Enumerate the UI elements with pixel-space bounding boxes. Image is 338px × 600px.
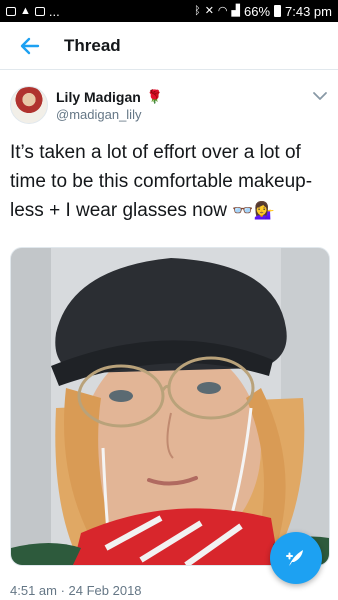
chevron-down-icon[interactable] bbox=[312, 90, 328, 102]
more-notifications-indicator: ... bbox=[48, 3, 60, 19]
gallery-icon bbox=[34, 6, 45, 16]
author-handle[interactable]: @madigan_lily bbox=[56, 107, 141, 122]
author-name[interactable]: Lily Madigan bbox=[56, 89, 141, 105]
photo-illustration bbox=[11, 248, 329, 565]
tweet-photo[interactable] bbox=[10, 247, 330, 566]
app-bar: Thread bbox=[0, 22, 338, 70]
battery-icon bbox=[274, 5, 282, 17]
mail-icon bbox=[6, 6, 16, 16]
signal-icon: ▟ bbox=[231, 4, 240, 17]
notification-icon: ▲ bbox=[20, 4, 31, 17]
compose-tweet-button[interactable] bbox=[270, 532, 322, 584]
tweet-emoji: 👓💁‍♀️ bbox=[232, 201, 275, 220]
clock: 7:43 pm bbox=[285, 3, 332, 19]
avatar[interactable] bbox=[10, 86, 48, 124]
arrow-left-icon bbox=[20, 37, 40, 54]
tweet-text: It’s taken a lot of effort over a lot of… bbox=[10, 138, 332, 225]
author-row: Lily Madigan 🌹 bbox=[56, 89, 163, 105]
mute-icon: ✕ bbox=[204, 4, 214, 17]
feather-compose-icon bbox=[286, 550, 303, 566]
rose-icon: 🌹 bbox=[146, 89, 163, 104]
bluetooth-icon: ᛒ bbox=[194, 4, 201, 17]
battery-percent: 66% bbox=[243, 3, 271, 19]
status-system: ᛒ ✕ ◠ ▟ 66% 7:43 pm bbox=[194, 4, 332, 19]
tweet-timestamp: 4:51 am · 24 Feb 2018 bbox=[10, 583, 142, 598]
back-button[interactable] bbox=[14, 30, 46, 62]
status-notifications: ▲ ... bbox=[6, 4, 60, 19]
page-title: Thread bbox=[64, 35, 121, 55]
wifi-icon: ◠ bbox=[217, 4, 228, 17]
status-bar: ▲ ... ᛒ ✕ ◠ ▟ 66% 7:43 pm bbox=[0, 0, 338, 22]
